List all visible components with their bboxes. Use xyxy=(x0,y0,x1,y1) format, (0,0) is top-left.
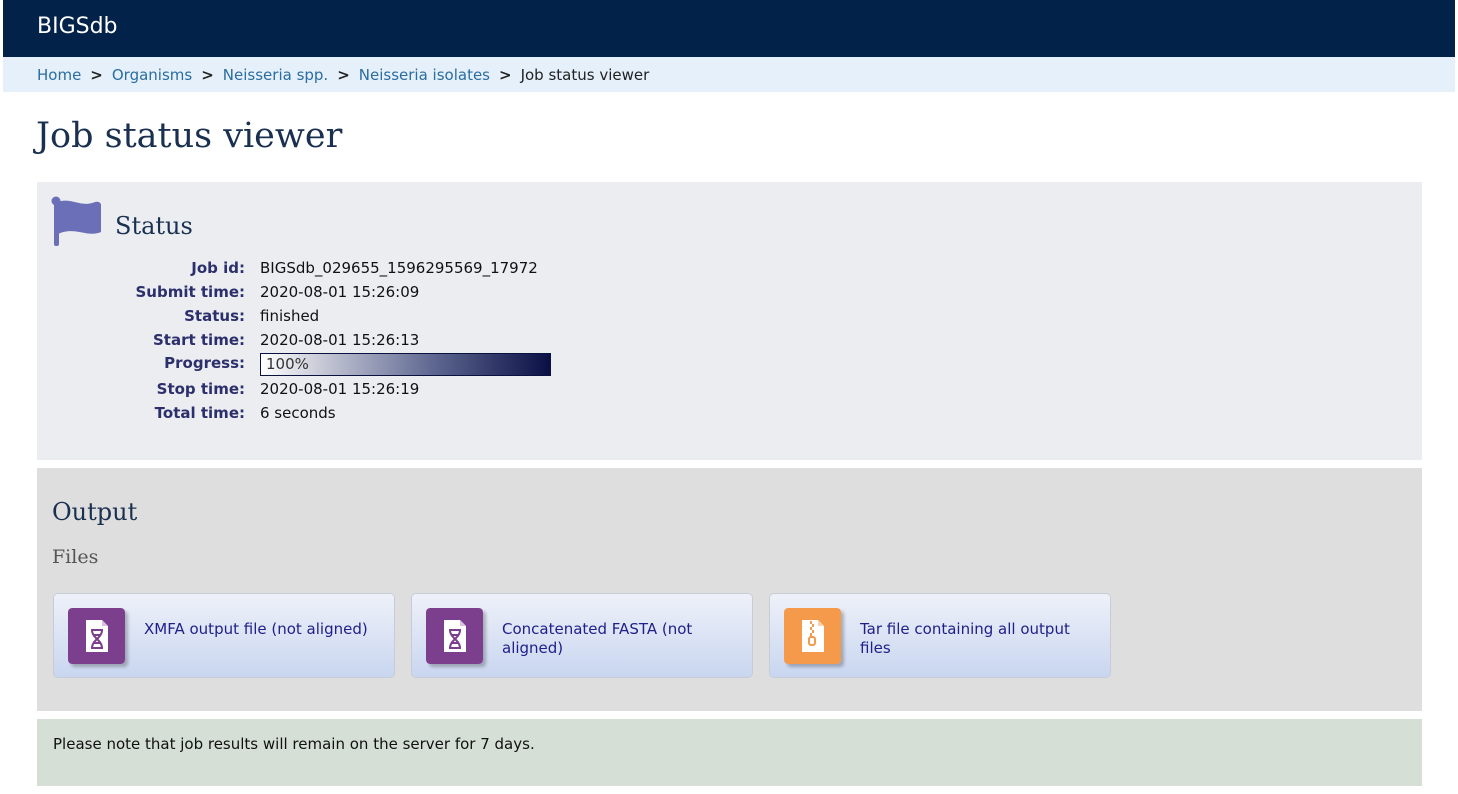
retention-notice: Please note that job results will remain… xyxy=(37,719,1422,786)
progress-percent: 100% xyxy=(266,355,309,373)
breadcrumb-home[interactable]: Home xyxy=(37,66,81,84)
file-link-fasta[interactable]: Concatenated FASTA (not aligned) xyxy=(411,593,753,678)
flag-icon xyxy=(51,196,101,246)
job-id-label: Job id: xyxy=(191,259,245,277)
breadcrumb-separator: > xyxy=(201,65,214,84)
dna-file-icon xyxy=(68,608,125,664)
dna-file-icon xyxy=(426,608,483,664)
breadcrumb: Home > Organisms > Neisseria spp. > Neis… xyxy=(3,57,1455,92)
breadcrumb-separator: > xyxy=(337,65,350,84)
file-link-xmfa[interactable]: XMFA output file (not aligned) xyxy=(53,593,395,678)
total-time-row: Total time: 6 seconds xyxy=(37,404,557,426)
status-heading: Status xyxy=(115,212,193,240)
job-id-value: BIGSdb_029655_1596295569_17972 xyxy=(260,259,538,277)
total-time-value: 6 seconds xyxy=(260,404,336,422)
retention-notice-text: Please note that job results will remain… xyxy=(53,735,535,753)
progress-bar: 100% xyxy=(260,353,551,376)
breadcrumb-neisseria-spp[interactable]: Neisseria spp. xyxy=(223,66,328,84)
file-link-tar[interactable]: Tar file containing all output files xyxy=(769,593,1111,678)
stop-time-label: Stop time: xyxy=(156,380,245,398)
job-id-row: Job id: BIGSdb_029655_1596295569_17972 xyxy=(37,259,557,281)
start-time-row: Start time: 2020-08-01 15:26:13 xyxy=(37,331,557,353)
breadcrumb-current: Job status viewer xyxy=(520,65,650,84)
top-navbar: BIGSdb xyxy=(3,0,1455,57)
breadcrumb-separator: > xyxy=(499,65,512,84)
archive-file-icon xyxy=(784,608,841,664)
stop-time-value: 2020-08-01 15:26:19 xyxy=(260,380,420,398)
status-value: finished xyxy=(260,307,320,325)
page-title: Job status viewer xyxy=(36,116,343,156)
total-time-label: Total time: xyxy=(154,404,245,422)
progress-label: Progress: xyxy=(164,354,245,372)
file-label[interactable]: Tar file containing all output files xyxy=(860,620,1090,658)
start-time-label: Start time: xyxy=(153,331,245,349)
output-panel: Output Files XMFA output file (not align… xyxy=(37,468,1422,711)
files-subheading: Files xyxy=(52,546,99,568)
status-row: Status: finished xyxy=(37,307,557,329)
file-label[interactable]: Concatenated FASTA (not aligned) xyxy=(502,620,732,658)
status-label: Status: xyxy=(184,307,245,325)
output-heading: Output xyxy=(52,498,138,526)
file-label[interactable]: XMFA output file (not aligned) xyxy=(144,620,374,639)
stop-time-row: Stop time: 2020-08-01 15:26:19 xyxy=(37,380,557,402)
breadcrumb-separator: > xyxy=(90,65,103,84)
submit-time-label: Submit time: xyxy=(135,283,246,301)
submit-time-value: 2020-08-01 15:26:09 xyxy=(260,283,420,301)
start-time-value: 2020-08-01 15:26:13 xyxy=(260,331,420,349)
submit-time-row: Submit time: 2020-08-01 15:26:09 xyxy=(37,283,557,305)
breadcrumb-organisms[interactable]: Organisms xyxy=(112,66,192,84)
breadcrumb-neisseria-isolates[interactable]: Neisseria isolates xyxy=(359,66,490,84)
brand-logo-text[interactable]: BIGSdb xyxy=(37,14,118,39)
status-panel: Status Job id: BIGSdb_029655_1596295569_… xyxy=(37,182,1422,460)
